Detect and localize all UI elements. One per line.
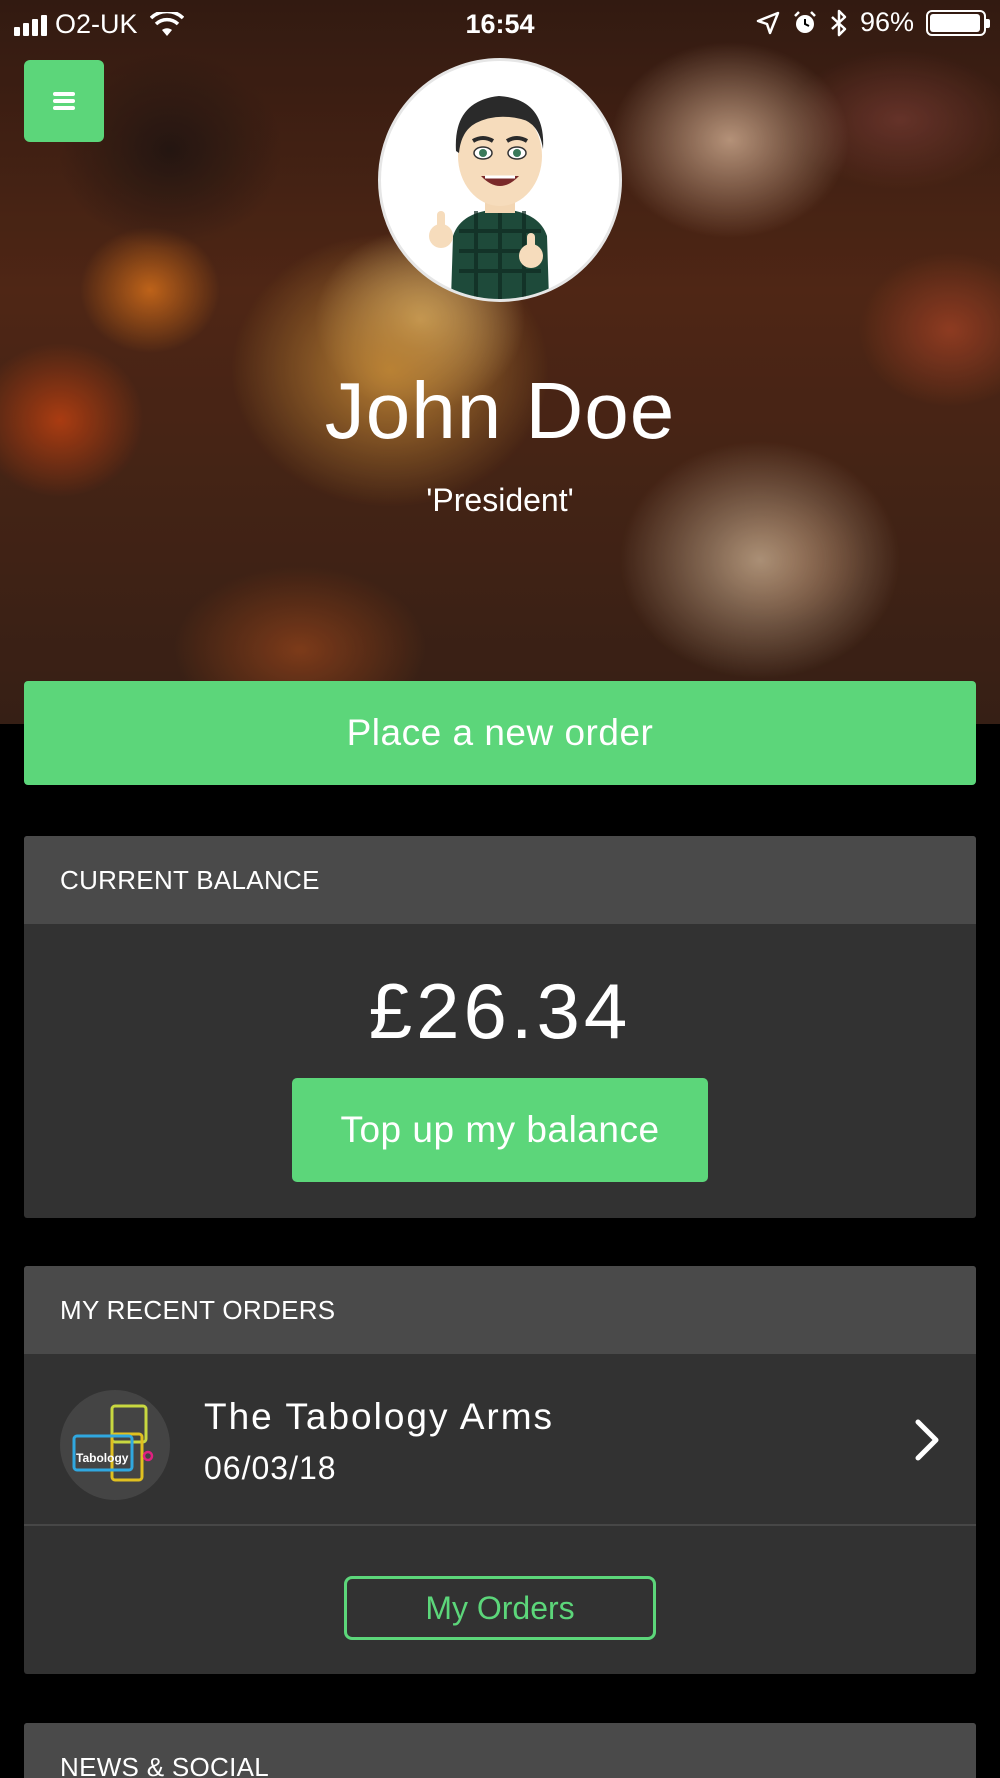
avatar-illustration xyxy=(429,96,549,299)
profile-name: John Doe xyxy=(324,366,676,455)
my-orders-button[interactable]: My Orders xyxy=(344,1576,656,1640)
bluetooth-icon xyxy=(831,9,847,36)
menu-button[interactable] xyxy=(24,60,104,142)
news-social-header: NEWS & SOCIAL xyxy=(24,1723,976,1778)
order-venue-name: The Tabology Arms xyxy=(204,1396,555,1437)
status-bar: O2-UK 16:54 96% xyxy=(0,0,1000,48)
battery-icon xyxy=(926,9,990,36)
hamburger-icon xyxy=(53,89,75,113)
recent-orders-header: MY RECENT ORDERS xyxy=(24,1266,976,1354)
battery-fill xyxy=(930,13,980,32)
recent-order-row[interactable]: Tabology The Tabology Arms 06/03/18 xyxy=(24,1354,976,1526)
avatar[interactable] xyxy=(378,58,622,302)
balance-header: CURRENT BALANCE xyxy=(24,836,976,924)
place-order-button[interactable]: Place a new order xyxy=(24,681,976,785)
balance-amount: £26.34 xyxy=(368,967,632,1055)
recent-orders-card: MY RECENT ORDERS Tabology The Tabology A… xyxy=(24,1266,976,1674)
order-date: 06/03/18 xyxy=(204,1450,337,1486)
venue-logo-text: Tabology xyxy=(76,1451,129,1465)
profile-title: 'President' xyxy=(426,482,574,518)
alarm-icon xyxy=(794,10,816,33)
status-right: 96% xyxy=(756,7,990,38)
chevron-right-icon[interactable] xyxy=(906,1416,946,1464)
location-arrow-icon xyxy=(756,11,780,34)
venue-logo: Tabology xyxy=(60,1390,170,1500)
balance-card: CURRENT BALANCE £26.34 Top up my balance xyxy=(24,836,976,1218)
battery-percent: 96% xyxy=(859,7,914,37)
news-social-card: NEWS & SOCIAL xyxy=(24,1723,976,1778)
top-up-button[interactable]: Top up my balance xyxy=(292,1078,708,1182)
